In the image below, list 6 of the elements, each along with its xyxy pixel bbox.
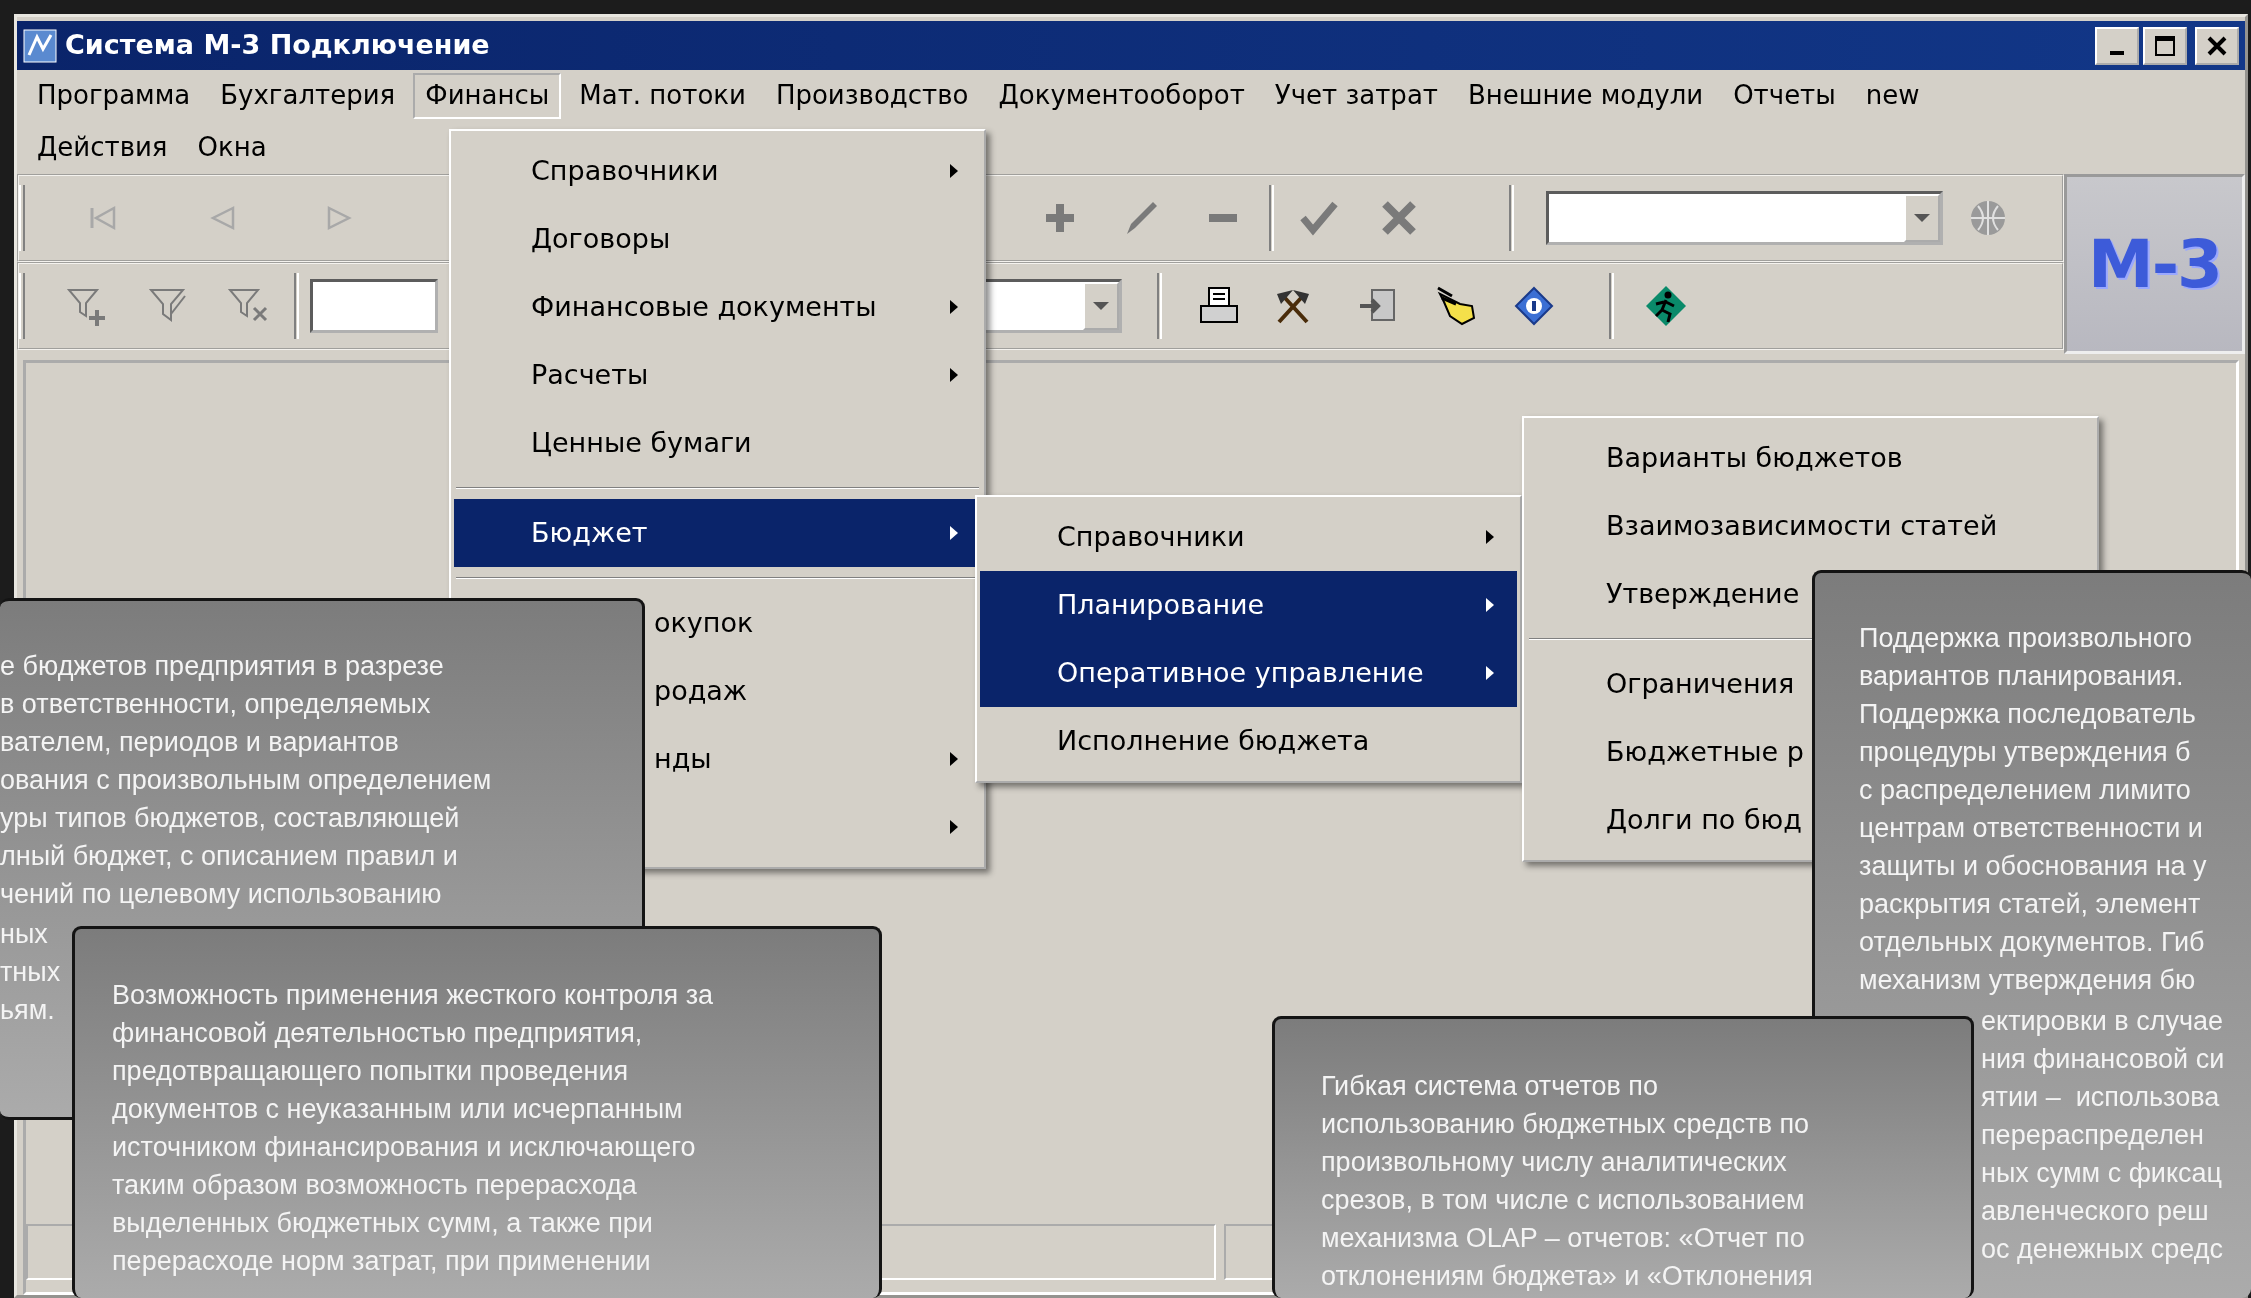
callout-text: ных тных ьям.: [0, 918, 61, 1027]
callout-text: Возможность применения жесткого контроля за финансовой деятельностью предприятия, предотвращающего попытки проведения документов с неуказанным или исчерпанным источником финансирования и исключающего таким образом возможность перерасхода выделенных бюджетных сумм, а также при перерасходе норм затрат, при применении: [112, 979, 714, 1278]
callout-text: Гибкая система отчетов по использованию бюджетных средств по произвольному числу аналитических срезов, в том числе с использованием механизма OLAP – отчетов: «Отчет по отклонениям бюджета» и «Отклонения: [1321, 1070, 1813, 1293]
logo: М-3: [2088, 224, 2221, 305]
callout-text: ектировки в случае ния финансовой си ятии – использова перераспределен ных сумм с фиксац авленческого реш ос денежных средс: [1981, 1005, 2225, 1266]
window-title: Система М-3 Подключение: [65, 28, 490, 63]
